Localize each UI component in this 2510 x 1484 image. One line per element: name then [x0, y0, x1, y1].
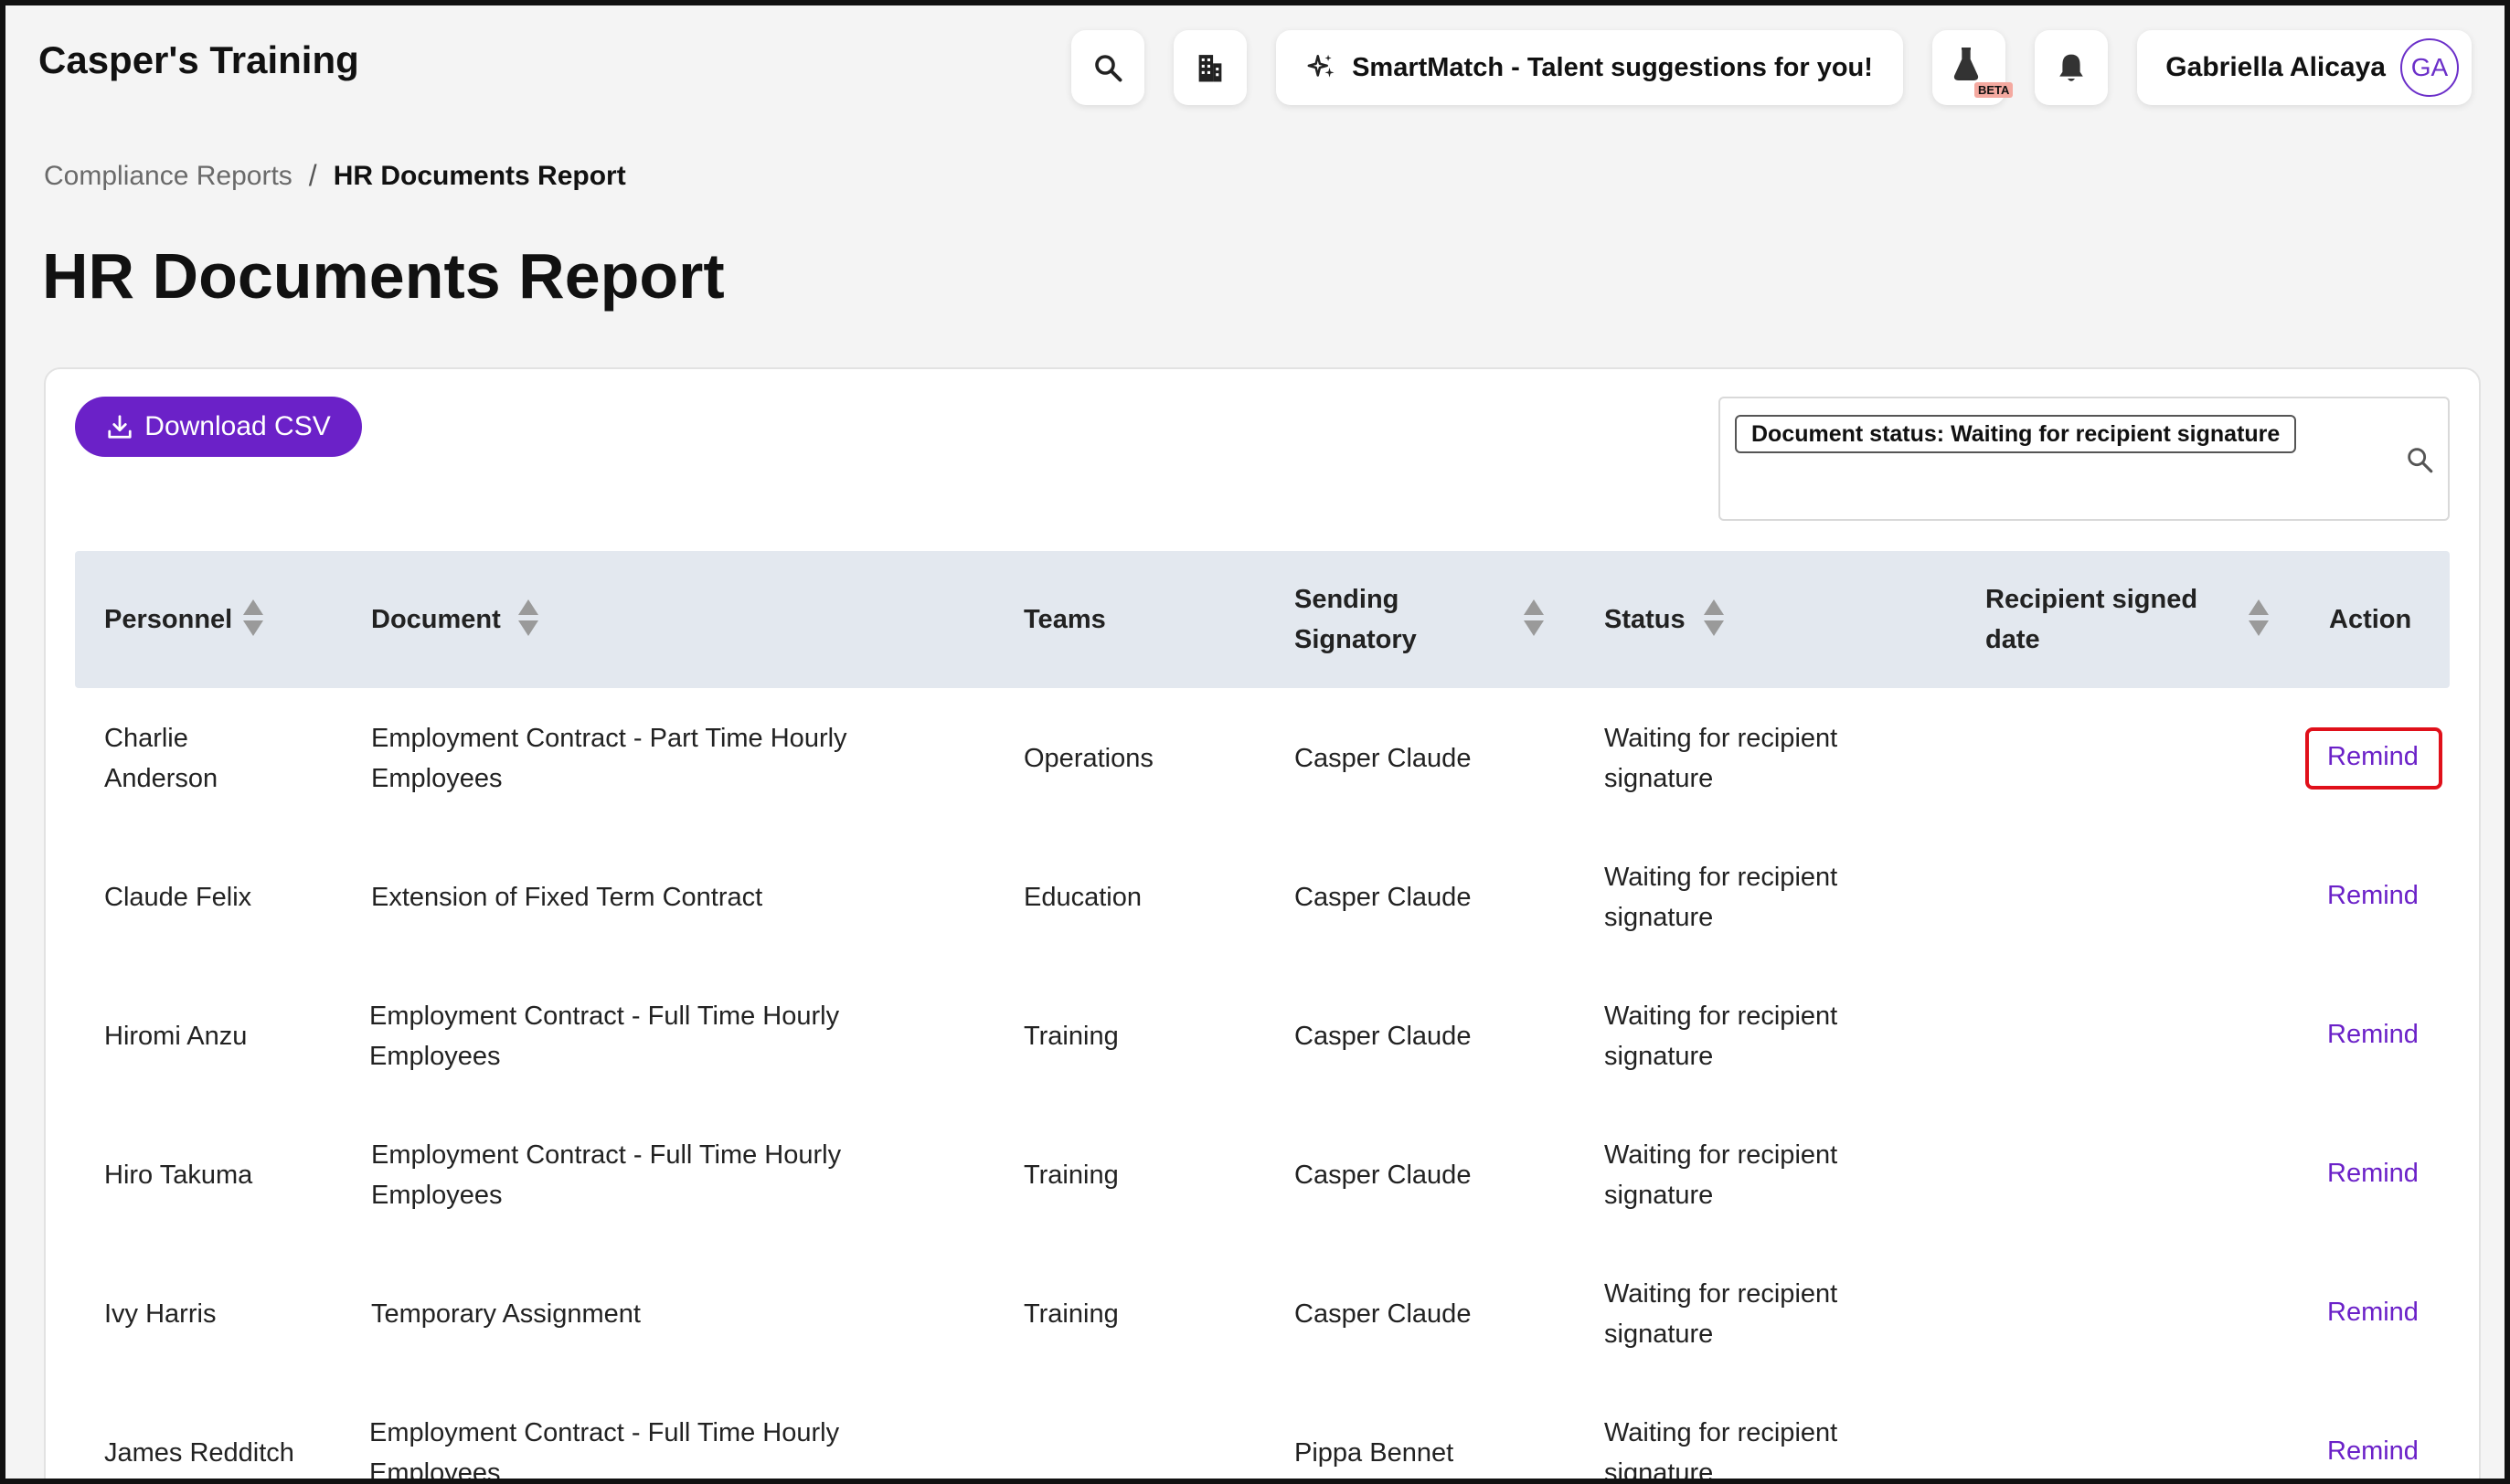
cell-status-line2: signature — [1604, 1458, 1714, 1479]
cell-document-line1: Employment Contract - Full Time Hourly — [369, 1418, 840, 1447]
cell-status: Waiting for recipient signature — [1604, 1413, 1837, 1479]
cell-document: Employment Contract - Full Time Hourly E… — [369, 1413, 839, 1479]
remind-button[interactable]: Remind — [2327, 1436, 2419, 1467]
cell-personnel: James Redditch — [104, 1438, 294, 1468]
cell-status-line1: Waiting for recipient — [1604, 1418, 1838, 1447]
table-row: James Redditch Employment Contract - Ful… — [0, 0, 2510, 1479]
cell-document-line2: Employees — [369, 1458, 501, 1479]
cell-signatory: Pippa Bennet — [1294, 1438, 1454, 1468]
